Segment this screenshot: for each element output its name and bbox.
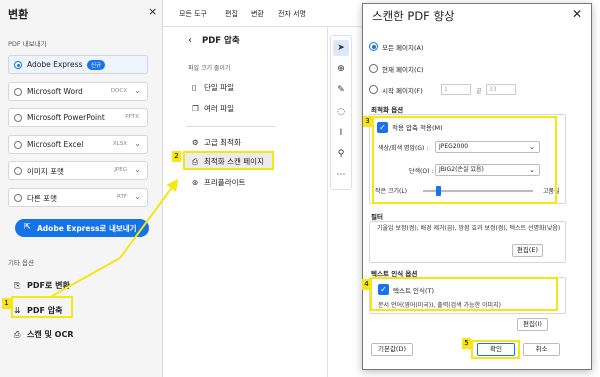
highlight-box-3 — [372, 116, 557, 204]
all-pages-label: 모든 페이지(A) — [382, 44, 424, 52]
filter-heading: 필터 — [371, 213, 383, 221]
filter-description: 기울임 보정(켬), 배경 제거(끔), 망점 효과 보정(켬), 텍스트 선명… — [377, 225, 561, 232]
highlight-box-4 — [370, 277, 558, 311]
step-badge-3: 3 — [363, 116, 372, 127]
highlight-box-5 — [471, 340, 520, 359]
cancel-button[interactable]: 취소 — [523, 343, 560, 356]
step-badge-4: 4 — [362, 279, 371, 290]
end-page-input[interactable]: 33 — [486, 84, 516, 95]
edit-filter-button[interactable]: 편집(E) — [512, 244, 543, 257]
from-page-label: 시작 페이지(F) — [382, 87, 423, 95]
step-badge-5: 5 — [462, 338, 471, 349]
pen-icon[interactable]: ✎ — [333, 82, 349, 98]
default-button[interactable]: 기본값(D) — [371, 343, 413, 356]
select-cursor-icon[interactable]: ➤ — [333, 40, 349, 56]
dialog-title: 스캔한 PDF 향상 — [372, 9, 455, 23]
connector-arrow — [51, 178, 179, 297]
close-icon[interactable]: ✕ — [572, 7, 582, 21]
start-page-input[interactable]: 1 — [441, 84, 471, 95]
lasso-icon[interactable]: ◌ — [333, 104, 349, 120]
current-page-label: 현재 페이지(C) — [382, 66, 424, 74]
zoom-icon[interactable]: ⊕ — [333, 61, 349, 77]
current-page-radio[interactable] — [369, 64, 378, 73]
end-page-separator: 끝 — [476, 87, 482, 95]
stamp-icon[interactable]: ⚲ — [333, 146, 349, 162]
more-icon[interactable]: ⋯ — [333, 167, 349, 183]
optimization-heading: 최적화 옵션 — [371, 106, 404, 114]
all-pages-radio[interactable] — [369, 42, 378, 51]
from-page-radio[interactable] — [369, 85, 378, 94]
edit-ocr-button[interactable]: 편집(I) — [517, 318, 548, 331]
text-icon[interactable]: Ⅰ — [333, 125, 349, 141]
